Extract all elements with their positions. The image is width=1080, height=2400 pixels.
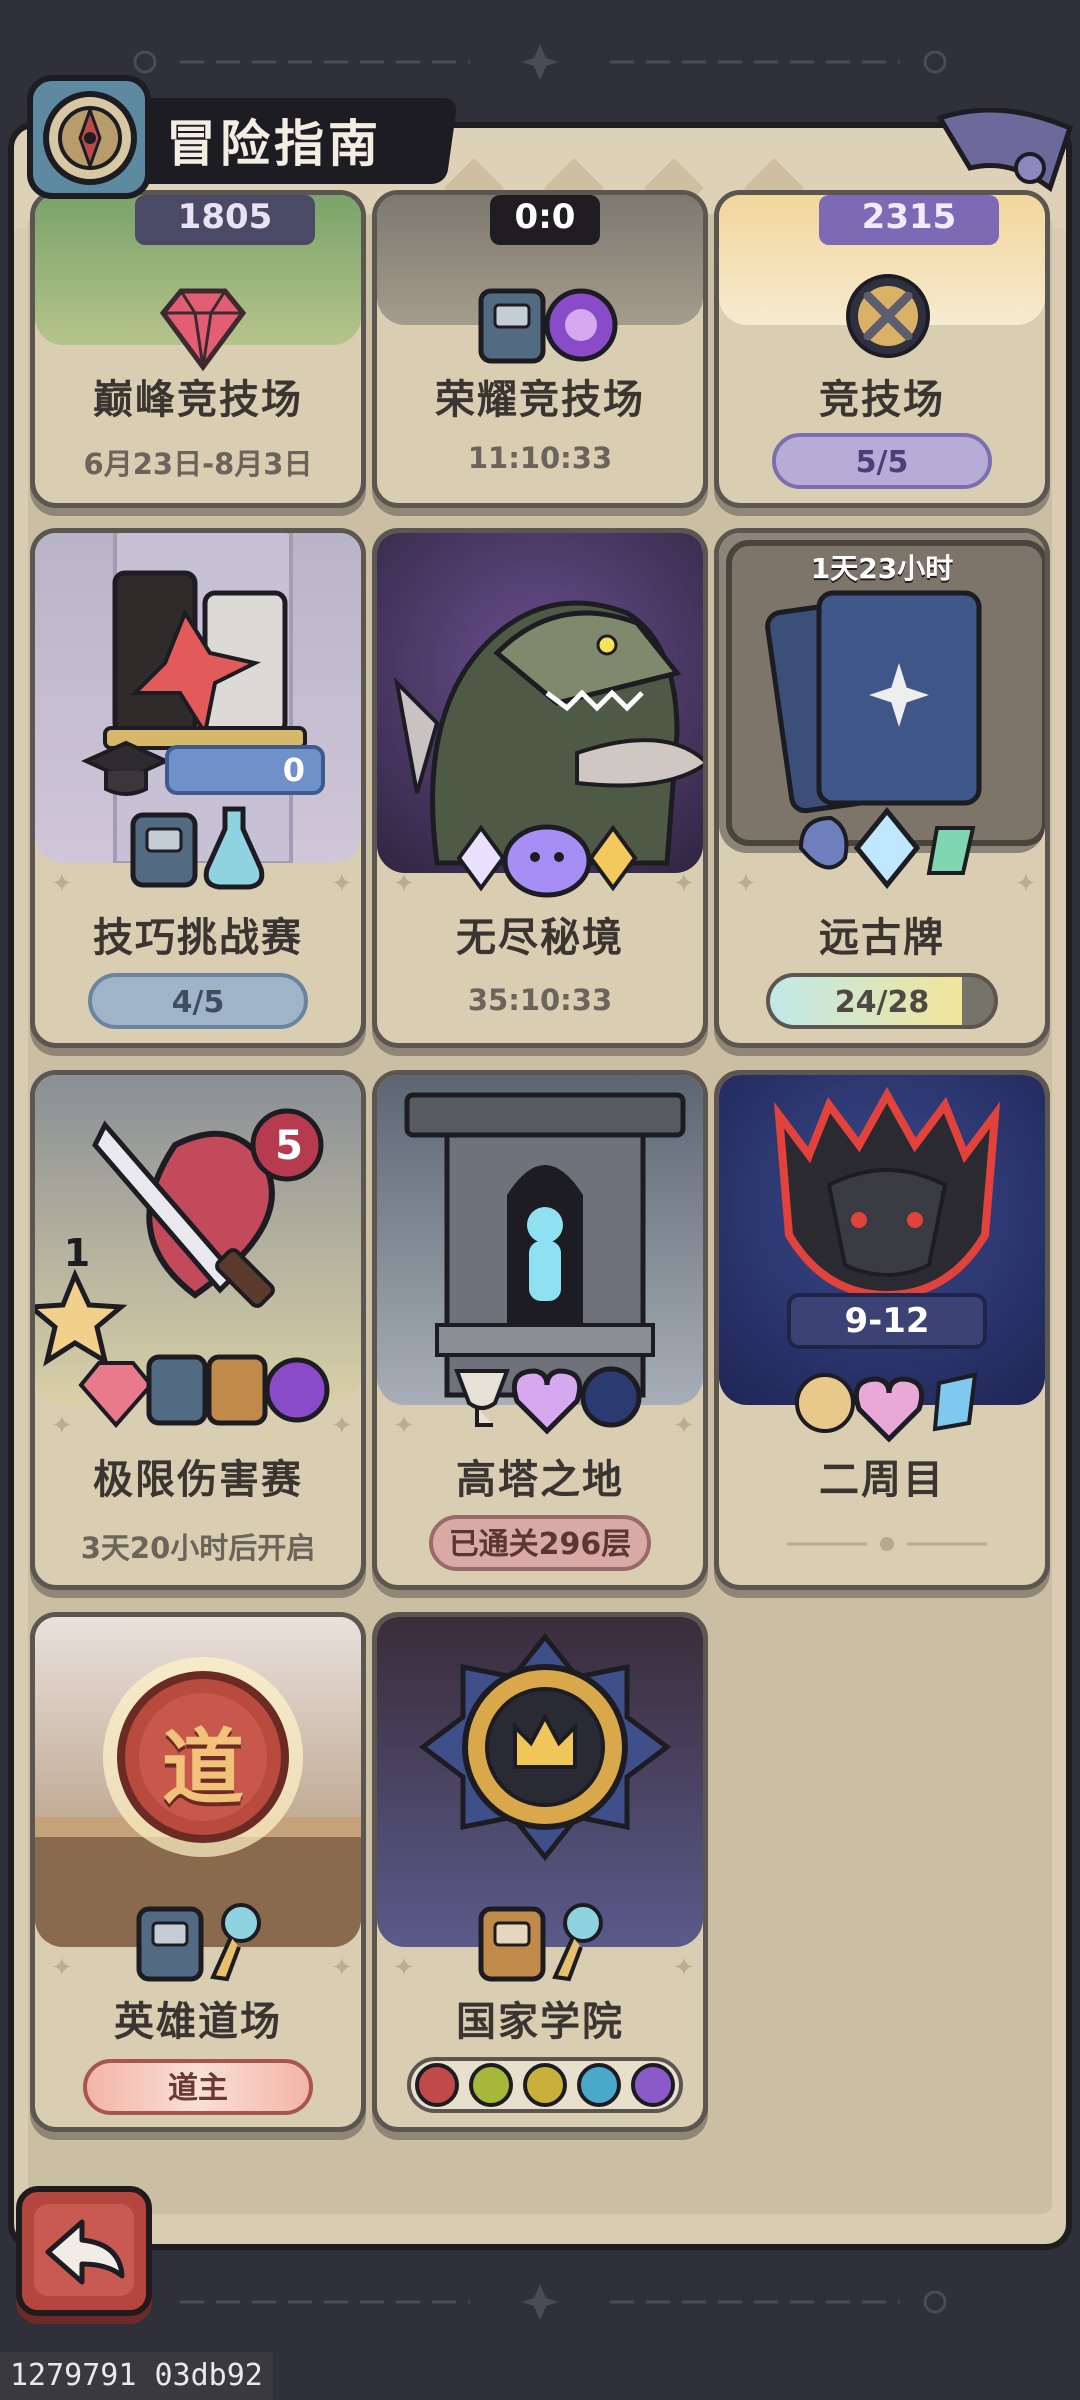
- rewards-icons: [478, 288, 618, 364]
- adventure-guide-screen: { "header": {"title": "冒险指南"}, "cards": …: [0, 0, 1080, 2400]
- sparkle-icon: ✦: [51, 869, 73, 899]
- card-hero-dojo[interactable]: 道 英雄道场 道主 ✦ ✦: [30, 1612, 366, 2132]
- back-button[interactable]: [16, 2186, 152, 2316]
- sparkle-icon: ✦: [393, 1953, 415, 1983]
- card-arena[interactable]: 2315 竞技场 5/5: [714, 190, 1050, 508]
- card-name: 高塔之地: [456, 1457, 624, 1503]
- title-badge: 冒险指南: [24, 70, 459, 202]
- card-name: 极限伤害赛: [93, 1457, 303, 1503]
- sparkle-icon: ✦: [735, 869, 757, 899]
- sparkle-icon: ✦: [673, 869, 695, 899]
- card-national-academy[interactable]: 国家学院 ✦ ✦: [372, 1612, 708, 2132]
- card-second-round[interactable]: 9-12 二周目: [714, 1070, 1050, 1590]
- graduation-cap-icon: [81, 740, 171, 796]
- sparkle-icon: ✦: [331, 1411, 353, 1441]
- sparkle-icon: ✦: [393, 869, 415, 899]
- card-ancient-cards[interactable]: 1天23小时 远古牌 24/28 ✦ ✦: [714, 528, 1050, 1048]
- back-arrow-icon: [45, 2219, 125, 2285]
- rewards-icons: [130, 806, 265, 890]
- skill-score: 0: [165, 745, 325, 795]
- sparkle-icon: ✦: [393, 1411, 415, 1441]
- sparkle-icon: ✦: [51, 1411, 73, 1441]
- cards-timer: 1天23小时: [810, 552, 954, 585]
- card-name: 巅峰竞技场: [93, 377, 303, 423]
- arena-attempts-pill: 5/5: [772, 433, 992, 489]
- sparkle-icon: ✦: [673, 1411, 695, 1441]
- card-peak-arena[interactable]: 1805 巅峰竞技场 6月23日-8月3日: [30, 190, 366, 508]
- card-timer: 11:10:33: [467, 441, 613, 475]
- sparkle-icon: ✦: [51, 1953, 73, 1983]
- sparkle-icon: ✦: [331, 1953, 353, 1983]
- card-name: 英雄道场: [114, 1999, 282, 2045]
- card-name: 荣耀竞技场: [435, 377, 645, 423]
- second-round-art: [719, 1075, 1045, 1405]
- star-count: 1: [63, 1231, 91, 1275]
- corner-ornament: [930, 107, 1080, 218]
- damage-level: 5: [275, 1123, 303, 1169]
- card-skill-challenge[interactable]: 0 技巧挑战赛 4/5 ✦ ✦: [30, 528, 366, 1048]
- card-extreme-damage[interactable]: 5 1 极限伤害赛 3天20小时后开启 ✦ ✦: [30, 1070, 366, 1590]
- second-round-level: 9-12: [787, 1293, 987, 1349]
- rewards-icons: [456, 824, 638, 898]
- card-name: 无尽秘境: [456, 915, 624, 961]
- dojo-title-pill: 道主: [83, 2059, 313, 2115]
- rewards-icons: [798, 807, 976, 889]
- glory-arena-score: 0:0: [490, 195, 600, 245]
- page-title: 冒险指南: [166, 115, 382, 173]
- build-id-label: 1279791 03db92: [0, 2352, 273, 2400]
- card-date: 6月23日-8月3日: [83, 447, 313, 481]
- rewards-icons: [478, 1903, 603, 1982]
- ancient-cards-progress: 24/28: [766, 973, 998, 1029]
- rewards-icons: [454, 1366, 642, 1435]
- card-name: 国家学院: [456, 1999, 624, 2045]
- card-name: 竞技场: [819, 377, 945, 423]
- card-glory-arena[interactable]: 0:0 荣耀竞技场 11:10:33: [372, 190, 708, 508]
- tower-progress-pill: 已通关296层: [429, 1515, 651, 1571]
- card-tower-land[interactable]: 高塔之地 已通关296层 ✦ ✦: [372, 1070, 708, 1590]
- gem-icon: [159, 288, 247, 372]
- sparkle-icon: ✦: [673, 1953, 695, 1983]
- rewards-icons: [795, 1372, 978, 1443]
- card-name: 技巧挑战赛: [93, 915, 303, 961]
- card-name: 二周目: [819, 1457, 945, 1503]
- sparkle-icon: ✦: [1015, 869, 1037, 899]
- skill-attempts-pill: 4/5: [88, 973, 308, 1029]
- card-start-time: 3天20小时后开启: [80, 1531, 316, 1565]
- card-endless-realm[interactable]: 无尽秘境 35:10:33 ✦ ✦: [372, 528, 708, 1048]
- rewards-icons: [136, 1903, 261, 1982]
- progress-text: 24/28: [834, 985, 930, 1020]
- sparkle-icon: ✦: [331, 869, 353, 899]
- crossed-swords-icon: [846, 274, 930, 358]
- compass-icon: [27, 75, 151, 199]
- peak-arena-score: 1805: [135, 195, 315, 245]
- academy-orbs: [407, 2057, 683, 2113]
- dojo-emblem: 道: [161, 1721, 244, 1816]
- divider-ornament: [787, 1537, 987, 1551]
- card-timer: 35:10:33: [467, 983, 613, 1017]
- card-name: 远古牌: [819, 915, 945, 961]
- rewards-icons: [78, 1354, 330, 1429]
